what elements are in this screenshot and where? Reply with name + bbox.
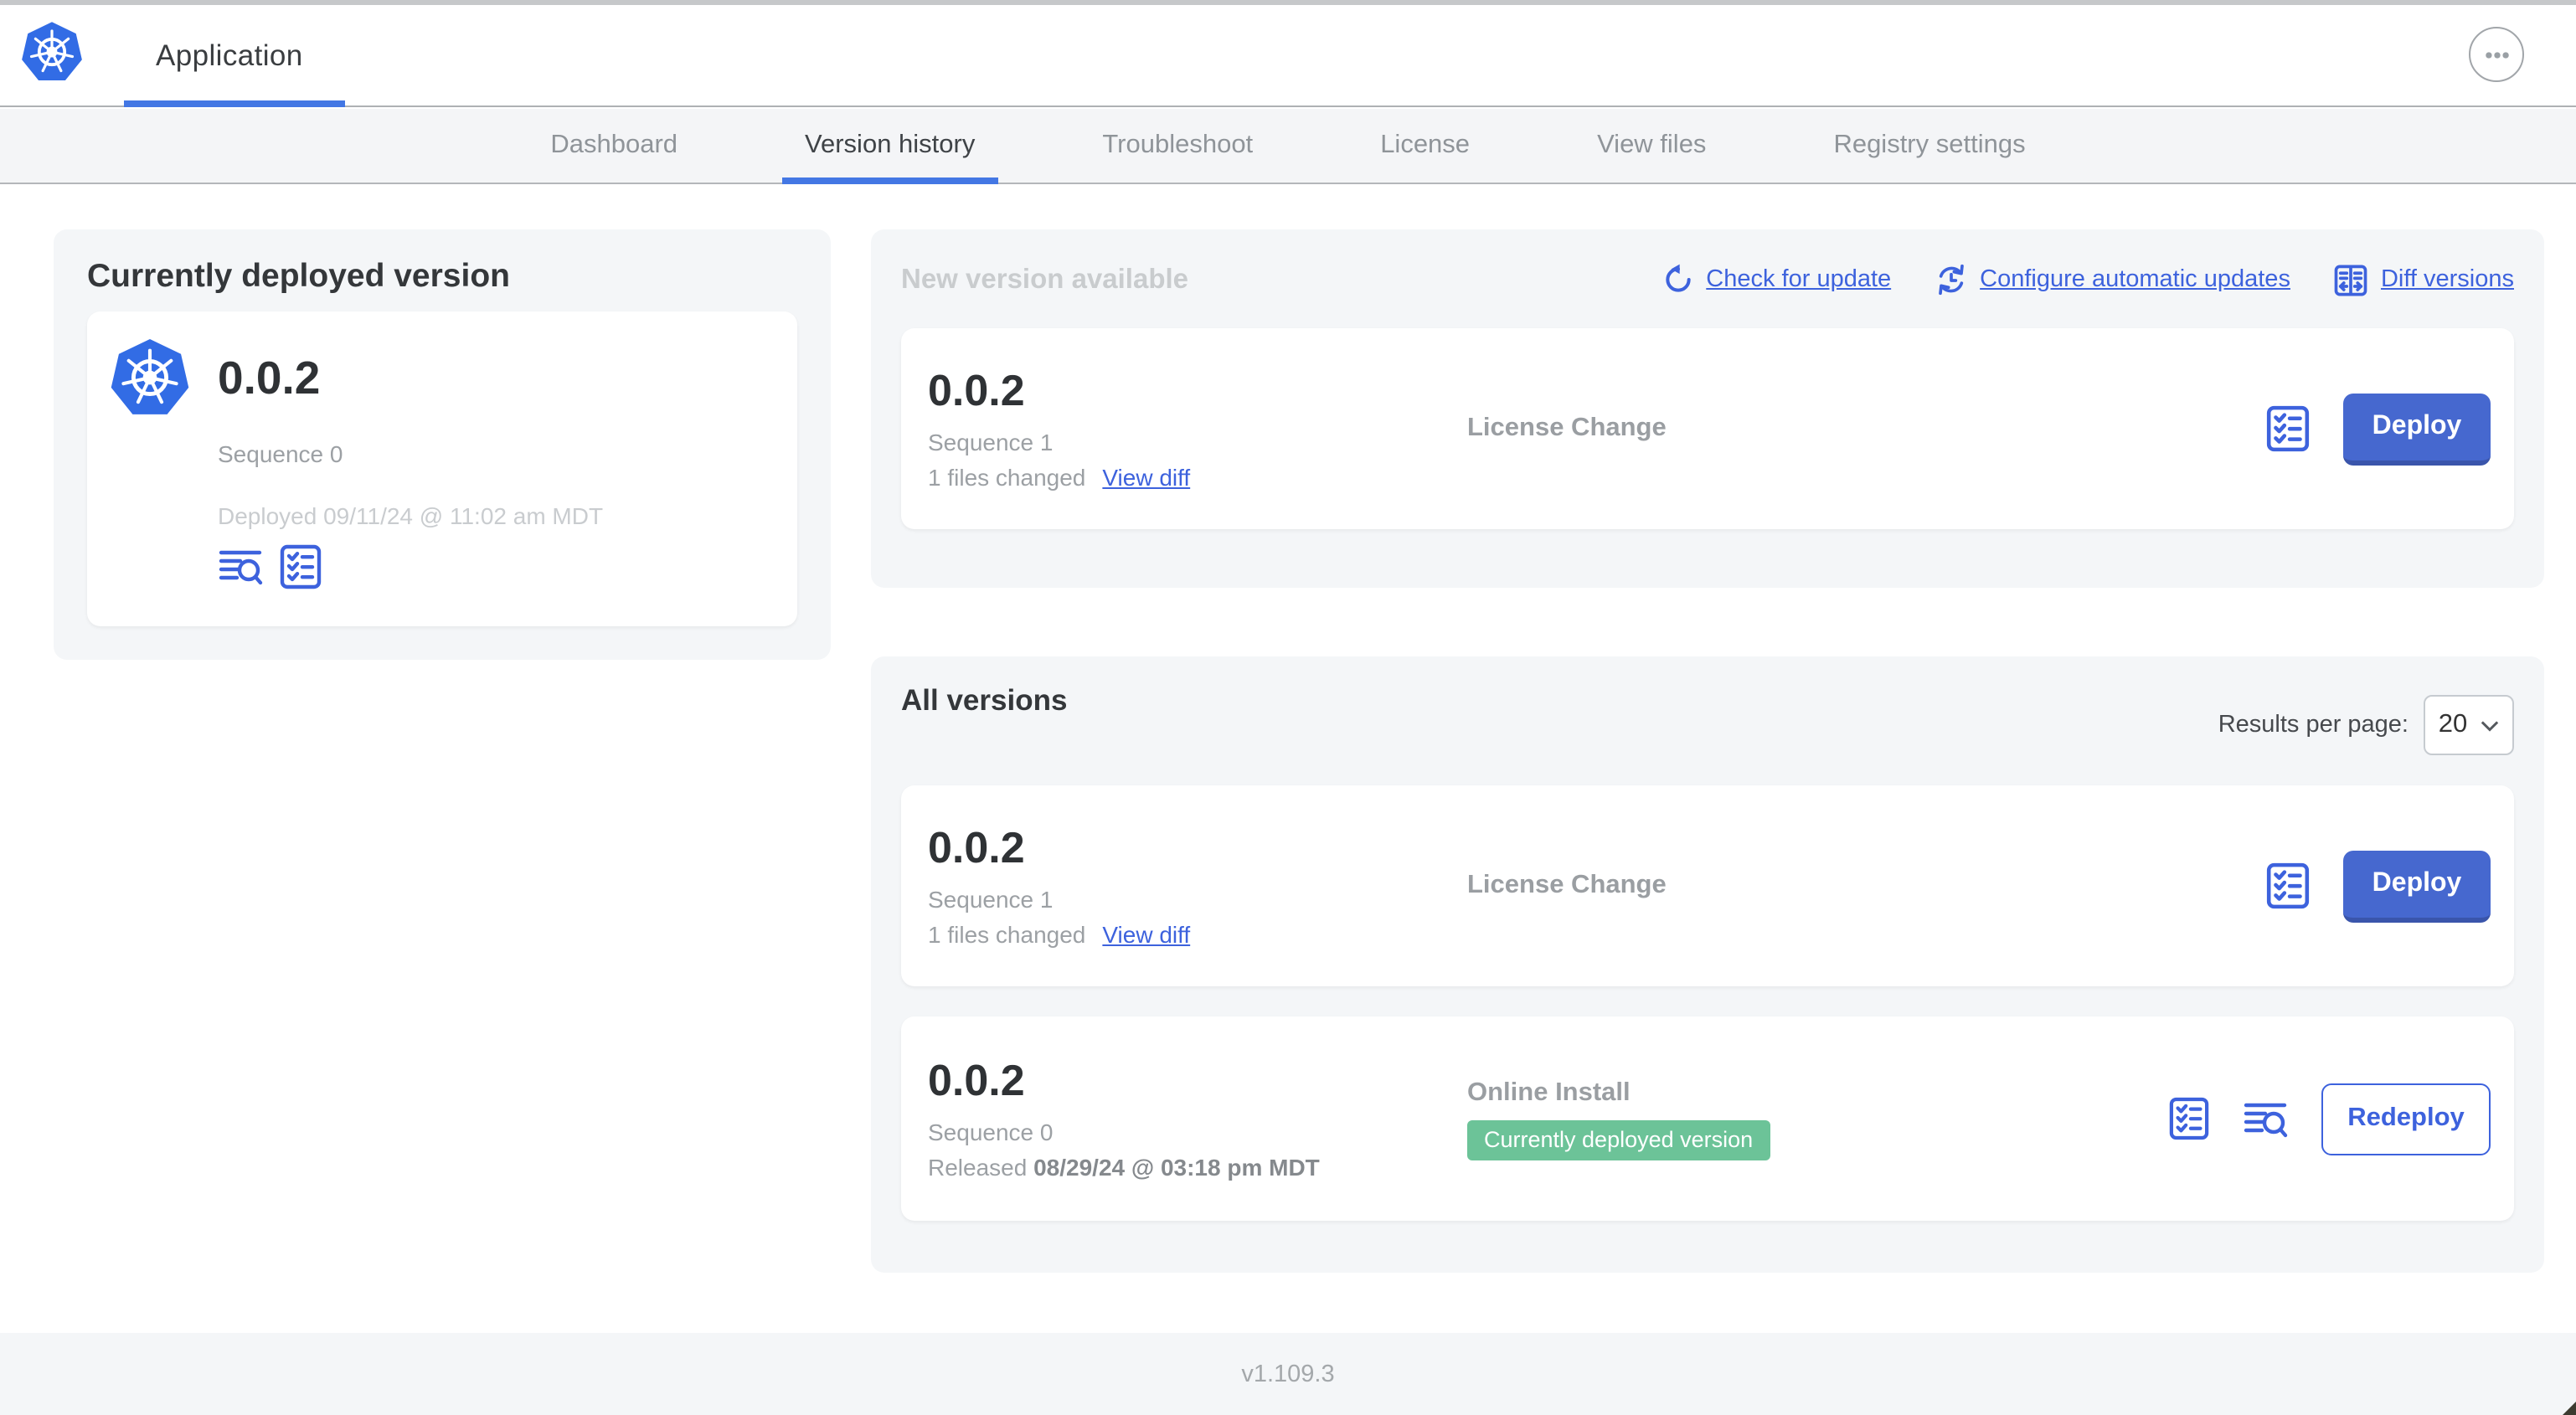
redeploy-button[interactable]: Redeploy xyxy=(2321,1083,2491,1155)
more-options-button[interactable] xyxy=(2469,27,2524,82)
version-number: 0.0.2 xyxy=(928,364,1025,414)
deployed-timestamp: Deployed 09/11/24 @ 11:02 am MDT xyxy=(218,502,604,529)
version-row: 0.0.2 Sequence 1 1 files changed View di… xyxy=(901,785,2514,986)
all-versions-panel: All versions Results per page: 20 0.0.2 … xyxy=(871,656,2544,1273)
sequence-label: Sequence 1 xyxy=(928,885,1054,912)
ellipsis-icon xyxy=(2478,36,2515,73)
change-type-label: License Change xyxy=(1467,871,1667,899)
view-diff-link[interactable]: View diff xyxy=(1102,463,1190,490)
results-per-page-label: Results per page: xyxy=(2218,712,2409,738)
tab-license[interactable]: License xyxy=(1357,109,1493,183)
tab-view-files[interactable]: View files xyxy=(1574,109,1729,183)
console-version-label: v1.109.3 xyxy=(1241,1361,1335,1387)
deployed-sequence-label: Sequence 0 xyxy=(218,440,343,467)
diff-columns-icon xyxy=(2334,262,2369,297)
version-number: 0.0.2 xyxy=(928,1054,1025,1104)
sync-clock-icon xyxy=(1935,263,1968,296)
released-timestamp: 08/29/24 @ 03:18 pm MDT xyxy=(1033,1153,1320,1180)
preflight-checklist-icon[interactable] xyxy=(280,544,322,589)
view-logs-icon[interactable] xyxy=(218,546,263,588)
released-label: Released xyxy=(928,1153,1028,1180)
files-changed-label: 1 files changed xyxy=(928,920,1086,947)
install-type-label: Online Install xyxy=(1467,1078,1631,1106)
chevron-down-icon xyxy=(2481,719,2499,731)
currently-deployed-card: 0.0.2 Sequence 0 Deployed 09/11/24 @ 11:… xyxy=(87,311,797,626)
preflight-checklist-icon[interactable] xyxy=(2169,1097,2209,1140)
diff-versions-link[interactable]: Diff versions xyxy=(2334,262,2514,297)
version-row: 0.0.2 Sequence 0 Released 08/29/24 @ 03:… xyxy=(901,1016,2514,1221)
tab-dashboard[interactable]: Dashboard xyxy=(527,109,701,183)
tab-registry-settings[interactable]: Registry settings xyxy=(1810,109,2048,183)
sequence-label: Sequence 1 xyxy=(928,428,1054,455)
tab-troubleshoot[interactable]: Troubleshoot xyxy=(1079,109,1276,183)
app-footer: v1.109.3 xyxy=(0,1333,2576,1415)
app-header: Application xyxy=(0,5,2576,107)
app-title-tab[interactable]: Application xyxy=(156,5,303,105)
new-version-card: 0.0.2 Sequence 1 1 files changed View di… xyxy=(901,328,2514,529)
view-logs-icon[interactable] xyxy=(2243,1098,2288,1140)
deployed-version-number: 0.0.2 xyxy=(218,351,321,403)
preflight-checklist-icon[interactable] xyxy=(2266,405,2310,452)
deploy-button[interactable]: Deploy xyxy=(2343,393,2491,465)
currently-deployed-badge: Currently deployed version xyxy=(1467,1119,1770,1160)
view-diff-link[interactable]: View diff xyxy=(1102,920,1190,947)
version-history-page: Application Dashboard Version history Tr… xyxy=(0,0,2576,1415)
tab-version-history[interactable]: Version history xyxy=(781,109,998,184)
all-versions-title: All versions xyxy=(901,683,1068,717)
change-type-label: License Change xyxy=(1467,414,1667,442)
sequence-label: Sequence 0 xyxy=(928,1118,1054,1145)
cursor-artifact xyxy=(2563,1402,2576,1415)
currently-deployed-panel: Currently deployed version 0.0.2 Sequenc… xyxy=(54,229,831,660)
kubernetes-logo xyxy=(20,20,84,84)
kubernetes-app-icon xyxy=(109,337,191,419)
files-changed-label: 1 files changed xyxy=(928,463,1086,490)
version-number: 0.0.2 xyxy=(928,821,1025,872)
results-per-page-select[interactable]: 20 xyxy=(2424,695,2514,755)
currently-deployed-title: Currently deployed version xyxy=(87,258,510,295)
window-top-border xyxy=(0,0,2576,5)
check-for-update-link[interactable]: Check for update xyxy=(1661,263,1891,296)
deploy-button[interactable]: Deploy xyxy=(2343,850,2491,922)
new-version-title: New version available xyxy=(901,264,1189,294)
new-version-panel: New version available Check for update C… xyxy=(871,229,2544,588)
preflight-checklist-icon[interactable] xyxy=(2266,862,2310,909)
app-title-active-underline xyxy=(124,100,345,107)
app-tabbar: Dashboard Version history Troubleshoot L… xyxy=(0,109,2576,184)
refresh-icon xyxy=(1661,263,1694,296)
configure-automatic-updates-link[interactable]: Configure automatic updates xyxy=(1935,263,2290,296)
